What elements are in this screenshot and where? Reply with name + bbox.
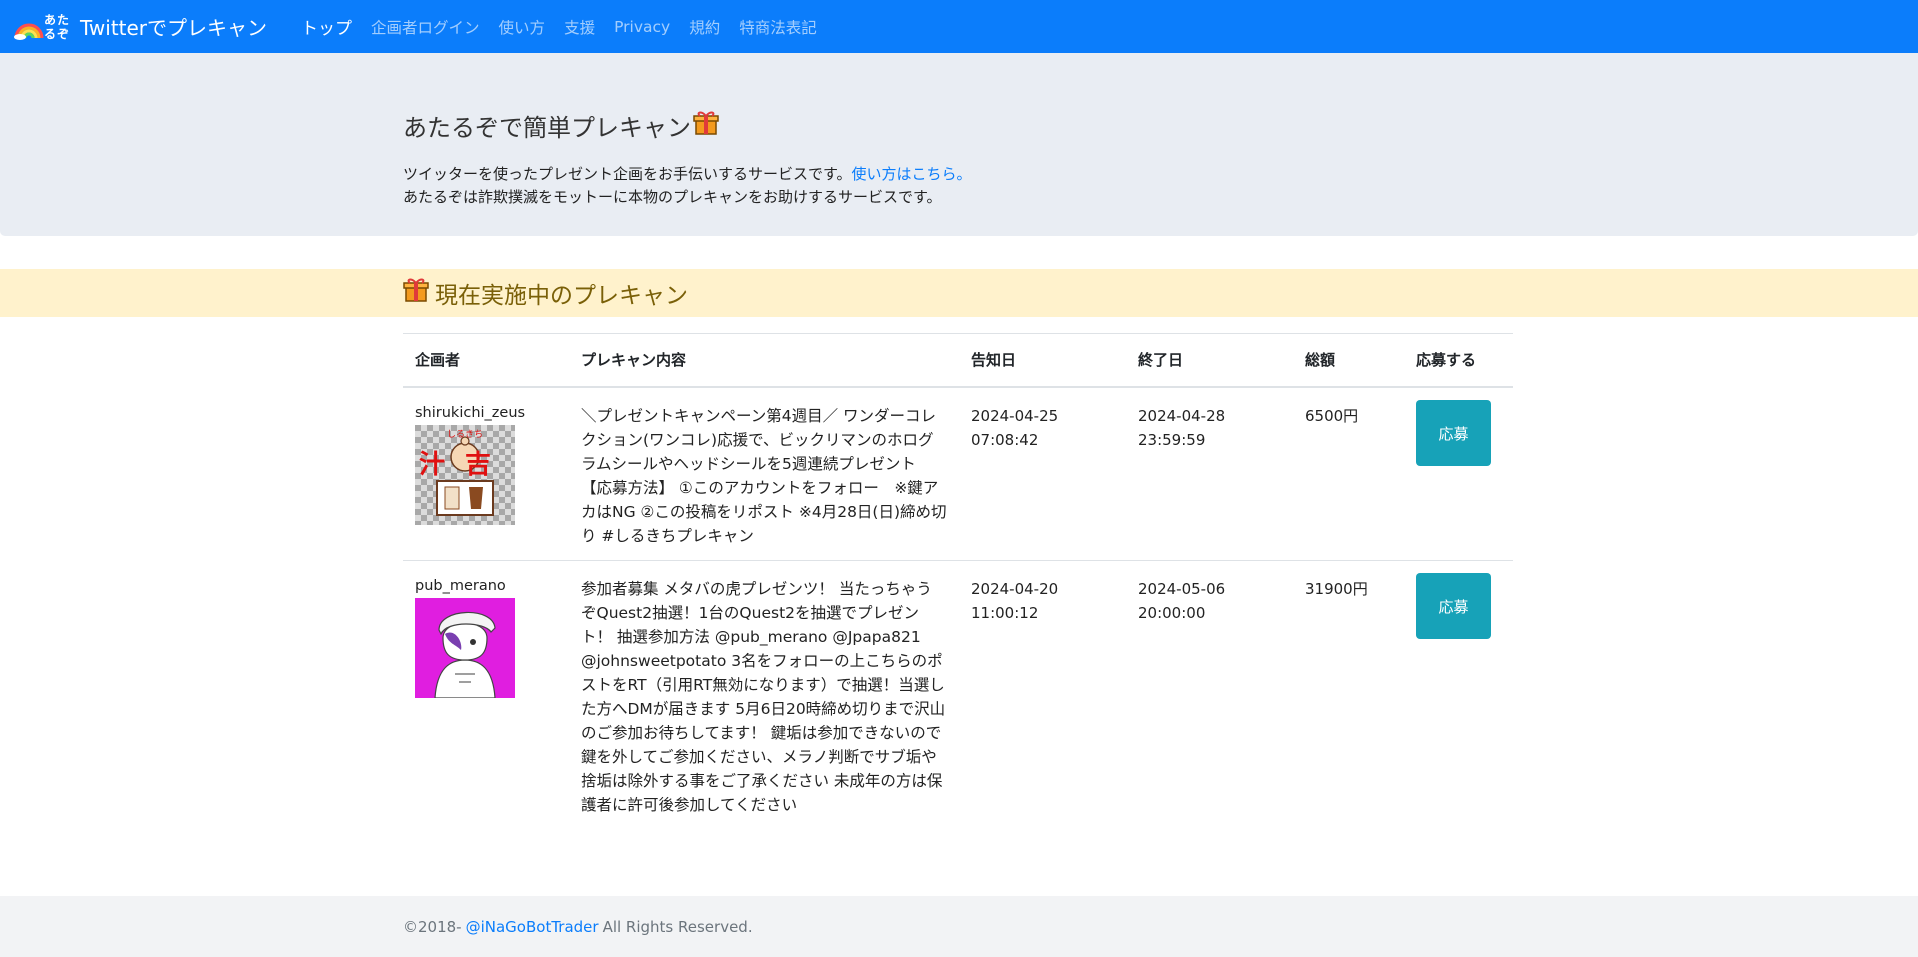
nav-organizer-login[interactable]: 企画者ログイン xyxy=(371,16,480,38)
campaign-content: ＼プレゼントキャンペーン第4週目／ ワンダーコレクション(ワンコレ)応援で、ビッ… xyxy=(569,386,959,561)
announce-date-cell: 2024-04-25 07:08:42 xyxy=(959,386,1126,561)
nav-privacy[interactable]: Privacy xyxy=(614,18,670,36)
nav-terms[interactable]: 規約 xyxy=(689,16,720,38)
campaign-table: 企画者 プレキャン内容 告知日 終了日 総額 応募する shirukichi_z… xyxy=(403,333,1513,829)
merano-avatar-icon[interactable] xyxy=(415,598,515,698)
logo-text-bottom: るぞ xyxy=(44,26,71,41)
table-row: pub_merano 参加者募集 メタバの虎プレゼンツ！ 当たっちゃうぞQues… xyxy=(403,560,1513,829)
rights-text: All Rights Reserved. xyxy=(602,917,753,936)
apply-cell: 応募 xyxy=(1404,386,1513,561)
announce-date: 2024-04-20 xyxy=(971,580,1059,598)
svg-text:しるきち: しるきち xyxy=(447,429,483,440)
header-apply: 応募する xyxy=(1404,333,1513,388)
nav-top[interactable]: トップ xyxy=(301,14,352,39)
nav-legal[interactable]: 特商法表記 xyxy=(739,16,817,38)
nav-how-to[interactable]: 使い方 xyxy=(499,16,546,38)
apply-button[interactable]: 応募 xyxy=(1416,400,1491,466)
end-date: 2024-05-06 xyxy=(1138,580,1226,598)
gift-icon xyxy=(693,110,719,142)
apply-cell: 応募 xyxy=(1404,560,1513,829)
campaign-table-wrap: 企画者 プレキャン内容 告知日 終了日 総額 応募する shirukichi_z… xyxy=(403,333,1513,829)
hero: あたるぞで簡単プレキャン ツイッターを使ったプレゼント企画をお手伝いするサービス… xyxy=(0,53,1918,236)
end-date-cell: 2024-04-28 23:59:59 xyxy=(1126,386,1293,561)
header-content: プレキャン内容 xyxy=(569,333,959,388)
rainbow-logo-icon: あた るぞ xyxy=(14,10,76,44)
total-amount: 6500円 xyxy=(1293,386,1404,561)
end-date: 2024-04-28 xyxy=(1138,407,1226,425)
table-header-row: 企画者 プレキャン内容 告知日 終了日 総額 応募する xyxy=(403,333,1513,388)
announce-date: 2024-04-25 xyxy=(971,407,1059,425)
header-announce-date: 告知日 xyxy=(959,333,1126,388)
hero-description: ツイッターを使ったプレゼント企画をお手伝いするサービスです。使い方はこちら。 あ… xyxy=(403,163,1513,209)
footer: ©2018- @iNaGoBotTrader All Rights Reserv… xyxy=(0,896,1918,957)
section-title: 現在実施中のプレキャン xyxy=(403,269,688,317)
campaign-content: 参加者募集 メタバの虎プレゼンツ！ 当たっちゃうぞQuest2抽選！1台のQue… xyxy=(569,560,959,829)
header-organizer: 企画者 xyxy=(403,333,569,388)
hero-title-text: あたるぞで簡単プレキャン xyxy=(403,114,691,142)
total-amount: 31900円 xyxy=(1293,560,1404,829)
how-to-link[interactable]: 使い方はこちら。 xyxy=(852,165,972,183)
apply-button[interactable]: 応募 xyxy=(1416,573,1491,639)
announce-time: 11:00:12 xyxy=(971,604,1039,622)
organizer-cell: shirukichi_zeus しるきち 汁吉 xyxy=(403,386,569,561)
announce-date-cell: 2024-04-20 11:00:12 xyxy=(959,560,1126,829)
copyright: ©2018- xyxy=(403,917,462,936)
brand-name: Twitterでプレキャン xyxy=(80,16,268,40)
nav-support[interactable]: 支援 xyxy=(564,16,595,38)
hero-line2: あたるぞは詐欺撲滅をモットーに本物のプレキャンをお助けするサービスです。 xyxy=(403,188,942,206)
announce-time: 07:08:42 xyxy=(971,431,1039,449)
section-banner: 現在実施中のプレキャン xyxy=(0,269,1918,317)
organizer-cell: pub_merano xyxy=(403,560,569,829)
header-total: 総額 xyxy=(1293,333,1404,388)
end-date-cell: 2024-05-06 20:00:00 xyxy=(1126,560,1293,829)
logo-text-top: あた xyxy=(44,12,71,27)
section-title-text: 現在実施中のプレキャン xyxy=(435,283,688,309)
table-row: shirukichi_zeus しるきち 汁吉 ＼プレゼントキャンペーン第4週目… xyxy=(403,386,1513,561)
organizer-name: shirukichi_zeus xyxy=(415,405,526,421)
svg-text:汁吉: 汁吉 xyxy=(419,450,511,480)
nav-links: トップ 企画者ログイン 使い方 支援 Privacy 規約 特商法表記 xyxy=(301,14,836,40)
hero-line1: ツイッターを使ったプレゼント企画をお手伝いするサービスです。 xyxy=(403,165,852,183)
end-time: 23:59:59 xyxy=(1138,431,1206,449)
footer-author-link[interactable]: @iNaGoBotTrader xyxy=(466,918,599,936)
end-time: 20:00:00 xyxy=(1138,604,1206,622)
header-end-date: 終了日 xyxy=(1126,333,1293,388)
organizer-name: pub_merano xyxy=(415,578,506,594)
hero-title: あたるぞで簡単プレキャン xyxy=(403,108,1513,143)
brand-link[interactable]: あた るぞ Twitterでプレキャン xyxy=(14,10,267,44)
gift-icon xyxy=(403,277,429,309)
footer-text: ©2018- @iNaGoBotTrader All Rights Reserv… xyxy=(403,896,753,957)
shirukichi-avatar-icon[interactable]: しるきち 汁吉 xyxy=(415,425,515,525)
navbar: あた るぞ Twitterでプレキャン トップ 企画者ログイン 使い方 支援 P… xyxy=(0,0,1918,53)
